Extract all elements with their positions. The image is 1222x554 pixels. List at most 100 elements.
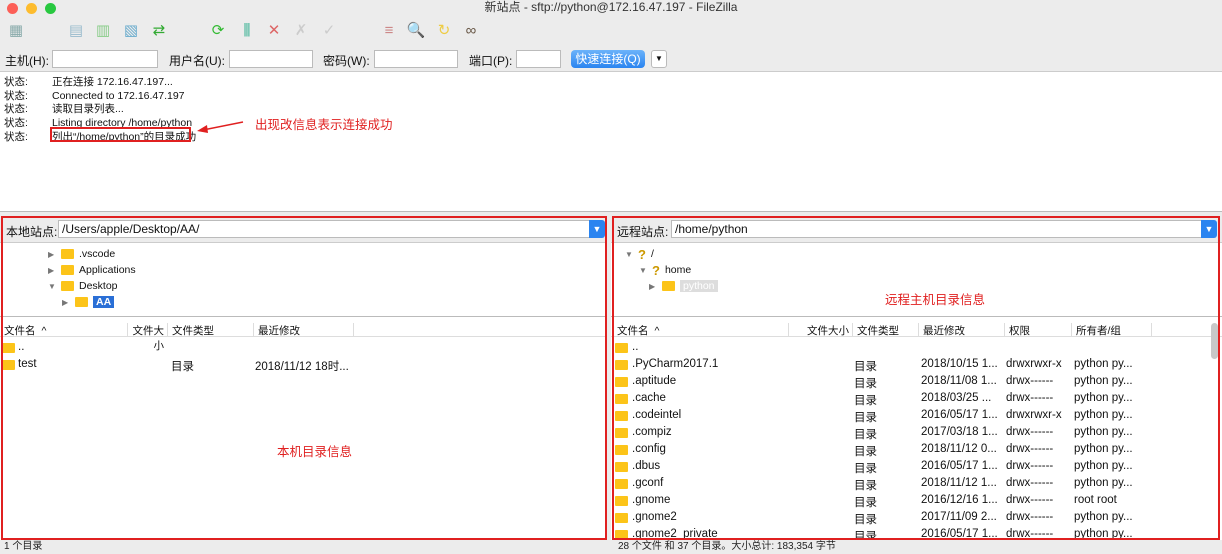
find-icon[interactable]: ∞ [460,19,482,41]
file-name: .gnome [632,494,671,506]
collapsed-arrow-icon[interactable]: ▶ [62,298,70,307]
expanded-arrow-icon[interactable]: ▼ [48,282,56,291]
file-name: .. [18,341,25,353]
quickconnect-history-dropdown[interactable]: ▼ [651,50,667,68]
folder-icon [615,530,628,538]
file-permissions: drwx------ [1006,511,1054,523]
column-header-2[interactable]: 文件类型 [168,323,254,337]
table-row[interactable]: .compiz 目录 2017/03/18 1... drwx------ python… [611,424,1222,441]
table-row[interactable]: .aptitude 目录 2018/11/08 1... drwx------ pyth… [611,373,1222,390]
column-header-2[interactable]: 文件类型 [853,323,919,337]
local-tree-node[interactable]: ▶ AA [62,294,115,310]
remote-tree-node[interactable]: ▼? / [625,246,654,262]
port-input[interactable] [516,50,561,68]
file-modified: 2018/11/12 0... [921,443,997,455]
expanded-arrow-icon[interactable]: ▼ [639,266,647,275]
expanded-arrow-icon[interactable]: ▼ [625,250,633,259]
log-message: 读取目录列表... [52,103,124,116]
table-row[interactable]: .dbus 目录 2016/05/17 1... drwx------ python p… [611,458,1222,475]
search-files-icon[interactable]: 🔍 [405,19,427,41]
sync-browse-icon[interactable]: ↻ [433,19,455,41]
local-tree-node[interactable]: ▶ .vscode [48,246,115,262]
file-name: .gnome2 [632,511,677,523]
reconnect-icon[interactable]: ✓ [318,19,340,41]
folder-icon [2,343,15,353]
username-input[interactable] [229,50,313,68]
sort-ascending-icon[interactable]: ^ [649,325,660,337]
column-header-4[interactable]: 权限 [1005,323,1072,337]
column-header-3[interactable]: 最近修改 [919,323,1005,337]
password-input[interactable] [374,50,458,68]
site-manager-icon[interactable]: ▦ [5,19,27,41]
cancel-icon[interactable]: ✕ [263,19,285,41]
remote-path-dropdown[interactable]: ▼ [1201,220,1217,238]
file-name: .PyCharm2017.1 [632,358,719,370]
file-modified: 2016/05/17 1... [921,409,998,421]
table-row[interactable]: .cache 目录 2018/03/25 ... drwx------ python p… [611,390,1222,407]
column-header-3[interactable]: 最近修改 [254,323,354,337]
file-type: 目录 [854,497,877,509]
local-tree-label: AA [93,296,115,308]
collapsed-arrow-icon[interactable]: ▶ [48,266,56,275]
transfer-queue-icon[interactable]: ⇄ [148,19,170,41]
close-window-button[interactable] [7,3,18,14]
password-label: 密码(W): [323,54,370,68]
minimize-window-button[interactable] [26,3,37,14]
annotation-arrow-icon [197,121,244,133]
table-row[interactable]: .PyCharm2017.1 目录 2018/10/15 1... drwxrwxr-… [611,356,1222,373]
file-name: .gnome2_private [632,528,718,538]
file-name: .config [632,443,666,455]
local-tree-icon[interactable]: ▥ [92,19,114,41]
refresh-icon[interactable]: ⟳ [207,19,229,41]
table-row[interactable]: .. [0,339,607,356]
table-row[interactable]: .. [611,339,1222,356]
file-permissions: drwx------ [1006,528,1054,538]
remote-tree-node[interactable]: ▼? home [639,262,691,278]
table-row[interactable]: .gconf 目录 2018/11/12 1... drwx------ python … [611,475,1222,492]
compare-icon[interactable]: ≡ [378,19,400,41]
local-tree-node[interactable]: ▶ Applications [48,262,136,278]
column-header-0[interactable]: 文件名 ^ [0,323,128,337]
table-row[interactable]: .gnome2_private 目录 2016/05/17 1... drwx----… [611,526,1222,538]
file-owner: python py... [1074,511,1133,523]
file-permissions: drwx------ [1006,460,1054,472]
file-type: 目录 [854,531,877,538]
remote-path-input[interactable]: /home/python [671,220,1202,238]
table-row[interactable]: .gnome 目录 2016/12/16 1... drwx------ root ro… [611,492,1222,509]
column-header-1[interactable]: 文件大小 [789,323,853,337]
host-input[interactable] [52,50,158,68]
collapsed-arrow-icon[interactable]: ▶ [48,250,56,259]
message-log-icon[interactable]: ▤ [65,19,87,41]
table-row[interactable]: .gnome2 目录 2017/11/09 2... drwx------ python… [611,509,1222,526]
file-owner: python py... [1074,426,1133,438]
file-type: 目录 [854,463,877,475]
remote-tree-icon[interactable]: ▧ [120,19,142,41]
log-annotation: 出现改信息表示连接成功 [255,118,393,132]
quickconnect-button[interactable]: 快速连接(Q) [571,50,645,68]
table-row[interactable]: .codeintel 目录 2016/05/17 1... drwxrwxr-x pyt… [611,407,1222,424]
folder-icon [2,360,15,370]
local-path-dropdown[interactable]: ▼ [589,220,605,238]
file-name: .dbus [632,460,661,472]
log-row: 状态: Connected to 172.16.47.197 [4,88,185,102]
log-message: Listing directory /home/python [52,117,193,130]
file-name: .. [632,341,639,353]
local-tree-node[interactable]: ▼ Desktop [48,278,118,294]
sort-ascending-icon[interactable]: ^ [36,325,47,337]
column-header-1[interactable]: 文件大小 [128,323,168,352]
column-header-5[interactable]: 所有者/组 [1072,323,1152,337]
local-path-input[interactable]: /Users/apple/Desktop/AA/ [58,220,590,238]
disconnect-icon[interactable]: ✗ [290,19,312,41]
remote-scrollbar[interactable] [1211,323,1218,359]
zoom-window-button[interactable] [45,3,56,14]
remote-tree-node[interactable]: ▶ python [649,278,718,294]
table-row[interactable]: test 目录 2018/11/12 18时... [0,356,607,373]
title-bar: 新站点 - sftp://python@172.16.47.197 - File… [0,0,1222,15]
log-row: 状态: 读取目录列表... [4,101,124,115]
file-owner: python py... [1074,460,1133,472]
column-header-0[interactable]: 文件名 ^ [613,323,789,337]
collapsed-arrow-icon[interactable]: ▶ [649,282,657,291]
table-row[interactable]: .config 目录 2018/11/12 0... drwx------ python… [611,441,1222,458]
filter-icon[interactable]: ⫼ [236,19,258,41]
file-modified: 2018/11/12 1... [921,477,997,489]
